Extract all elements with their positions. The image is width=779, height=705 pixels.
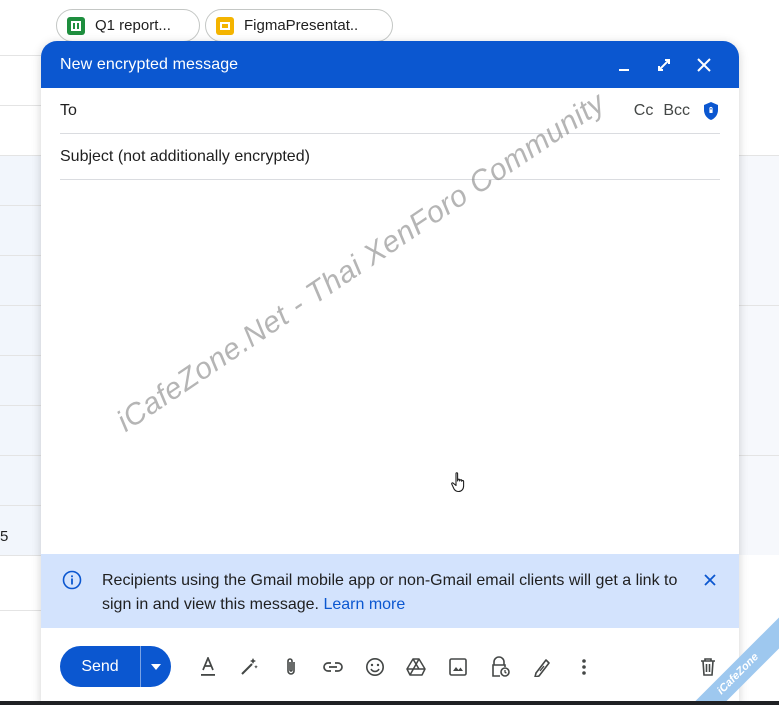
insert-signature-button[interactable]	[529, 654, 554, 679]
close-compose-button[interactable]	[689, 50, 719, 80]
compose-toolbar: Send	[41, 628, 739, 705]
send-button[interactable]: Send	[60, 646, 140, 687]
cc-bcc-group: Cc Bcc	[634, 102, 690, 120]
inbox-row-divider	[739, 305, 779, 306]
corner-badge-text: iCafeZone	[689, 615, 779, 705]
inbox-row-divider	[0, 505, 41, 506]
cc-button[interactable]: Cc	[634, 102, 654, 120]
inbox-row-divider	[739, 155, 779, 156]
inbox-row-divider	[0, 105, 41, 106]
info-icon	[62, 570, 82, 590]
pen-icon	[534, 658, 550, 677]
message-body[interactable]: iCafeZone.Net - Thai XenForo Community	[41, 86, 739, 554]
encryption-info-banner: Recipients using the Gmail mobile app or…	[41, 554, 739, 628]
insert-drive-file-button[interactable]	[404, 654, 429, 679]
minimize-button[interactable]	[609, 50, 639, 80]
insert-photo-button[interactable]	[446, 654, 471, 679]
inbox-row-divider	[0, 205, 41, 206]
inbox-right-strip	[739, 155, 779, 555]
subject-field[interactable]: Subject (not additionally encrypted)	[60, 134, 720, 180]
inbox-row-divider	[0, 255, 41, 256]
caret-down-icon	[151, 663, 161, 670]
formatting-options-button[interactable]	[195, 654, 220, 679]
hand-cursor-icon	[451, 472, 465, 493]
more-vert-icon	[581, 658, 586, 675]
inbox-row-divider	[739, 455, 779, 456]
bcc-button[interactable]: Bcc	[663, 102, 690, 120]
subject-input[interactable]: Subject (not additionally encrypted)	[60, 148, 720, 166]
watermark-corner-badge: iCafeZone	[689, 615, 779, 705]
inbox-row-divider	[0, 305, 41, 306]
schedule-send-dropdown[interactable]	[141, 646, 171, 687]
attachment-chip-slides[interactable]: FigmaPresentat..	[205, 9, 393, 42]
attach-files-button[interactable]	[279, 654, 304, 679]
dismiss-banner-button[interactable]	[701, 571, 719, 589]
drive-icon	[406, 657, 427, 676]
attachment-name: FigmaPresentat..	[244, 17, 359, 34]
compose-window: New encrypted message To Cc Bcc Subject …	[41, 41, 739, 705]
compose-header: New encrypted message	[41, 41, 739, 88]
formatting-tools	[195, 654, 613, 679]
info-banner-text: Recipients using the Gmail mobile app or…	[102, 569, 692, 617]
attachment-chip-sheet[interactable]: Q1 report...	[56, 9, 200, 42]
compose-title: New encrypted message	[60, 55, 239, 73]
inbox-row-divider	[0, 555, 41, 556]
shield-lock-icon	[704, 101, 718, 120]
slides-icon	[216, 16, 234, 35]
fullscreen-button[interactable]	[649, 50, 679, 80]
send-button-group: Send	[60, 646, 171, 687]
bottom-edge-bar	[0, 701, 779, 705]
expand-icon	[658, 58, 670, 71]
insert-emoji-button[interactable]	[362, 654, 387, 679]
confidential-mode-button[interactable]	[488, 654, 513, 679]
magic-pen-icon	[241, 657, 259, 675]
encryption-shield-button[interactable]	[702, 101, 720, 121]
image-icon	[449, 657, 468, 676]
text-format-icon	[200, 656, 215, 676]
more-options-button[interactable]	[571, 654, 596, 679]
help-me-write-button[interactable]	[237, 654, 262, 679]
paperclip-icon	[287, 657, 295, 675]
sheets-icon	[67, 16, 85, 35]
inbox-row-divider	[0, 405, 41, 406]
close-icon	[697, 57, 711, 72]
inbox-row-divider	[0, 355, 41, 356]
inbox-row-divider	[0, 55, 41, 56]
emoji-icon	[365, 657, 384, 676]
learn-more-link[interactable]: Learn more	[323, 596, 405, 613]
attachment-name: Q1 report...	[95, 17, 171, 34]
inbox-row-divider	[0, 610, 41, 611]
minimize-icon	[619, 68, 629, 71]
inbox-row-divider	[0, 155, 41, 156]
link-icon	[323, 661, 343, 672]
close-icon	[704, 574, 716, 586]
lock-clock-icon	[492, 655, 510, 677]
insert-link-button[interactable]	[320, 654, 345, 679]
inbox-partial-count: 5	[0, 528, 9, 545]
inbox-row-divider	[0, 455, 41, 456]
